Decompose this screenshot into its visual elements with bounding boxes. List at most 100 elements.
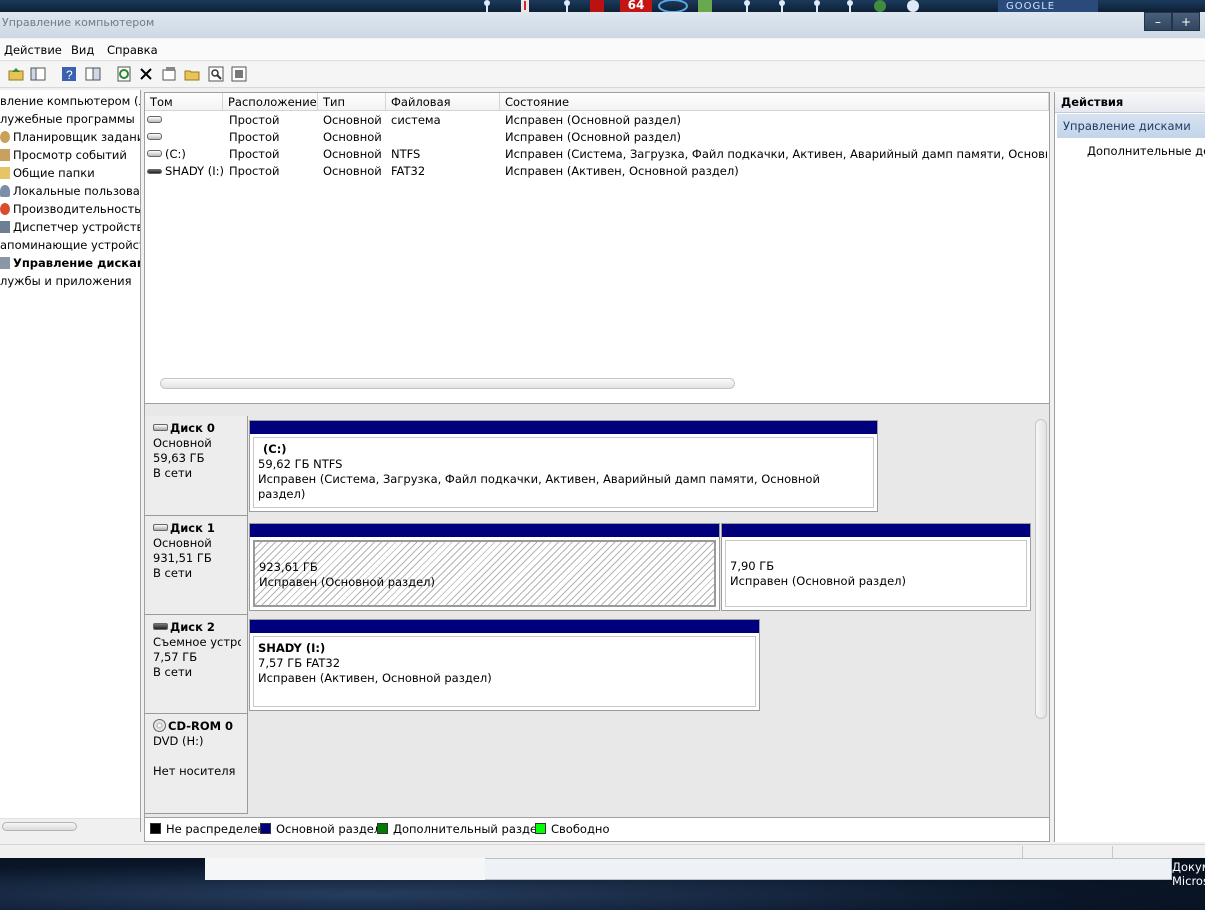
help-icon[interactable]: ?: [61, 66, 77, 82]
menu-action[interactable]: Действие: [4, 43, 62, 57]
partition-disk1-secondary[interactable]: 7,90 ГБ Исправен (Основной раздел): [721, 523, 1031, 611]
xbox-icon[interactable]: [873, 0, 887, 12]
disk-label: Диск 1 Основной 931,51 ГБ В сети: [145, 516, 248, 615]
nav-services[interactable]: лужбы и приложения: [0, 273, 132, 290]
settings-icon[interactable]: [231, 66, 247, 82]
nav-event-viewer[interactable]: Просмотр событий: [0, 147, 127, 164]
refresh-icon[interactable]: [116, 66, 132, 82]
column-header-filesystem[interactable]: Файловая система: [386, 93, 500, 127]
legend-label: Не распределен: [166, 822, 265, 836]
pin-icon[interactable]: [810, 0, 824, 12]
nav-shared-folders[interactable]: Общие папки: [0, 165, 95, 182]
nav-system-tools[interactable]: лужебные программы: [0, 111, 135, 128]
google-toolbar[interactable]: GOOGLE: [998, 0, 1098, 12]
nav-task-scheduler[interactable]: Планировщик заданий: [0, 129, 141, 146]
pin-icon[interactable]: [843, 0, 857, 12]
partition-type-bar: [250, 524, 719, 537]
more-actions-link[interactable]: Дополнительные дей: [1087, 144, 1205, 158]
disk-name: CD-ROM 0: [168, 719, 234, 733]
menu-bar: Действие Вид Справка: [0, 39, 1205, 61]
nav-scroll-thumb[interactable]: [2, 822, 77, 831]
intel-icon[interactable]: [658, 0, 688, 12]
folder-up-icon[interactable]: [8, 66, 24, 82]
disk-label: Диск 2 Съемное устро 7,57 ГБ В сети: [145, 615, 248, 714]
volume-type: Основной: [323, 147, 382, 161]
minimize-button[interactable]: –: [1144, 12, 1172, 31]
volume-list: Том Расположение Тип Файловая система Со…: [144, 92, 1050, 405]
nav-disk-management[interactable]: Управление дисками: [0, 255, 140, 272]
partition-size: 59,62 ГБ NTFS: [258, 457, 343, 471]
disk-kind: Основной: [153, 436, 212, 450]
thermometer-icon[interactable]: [518, 0, 532, 12]
partition-size: 923,61 ГБ: [259, 560, 318, 574]
disk-kind: DVD (H:): [153, 734, 204, 748]
column-header-layout[interactable]: Расположение: [223, 93, 318, 111]
gpu-icon[interactable]: [698, 0, 712, 12]
volume-name: (C:): [165, 147, 186, 161]
volume-layout: Простой: [229, 164, 280, 178]
desktop-background: Докум Micros: [0, 858, 1205, 910]
find-icon[interactable]: [208, 66, 224, 82]
menu-help[interactable]: Справка: [107, 43, 158, 57]
partition-type-bar: [250, 620, 759, 633]
disk-row[interactable]: Диск 0 Основной 59,63 ГБ В сети (C:) 59,…: [145, 416, 1033, 516]
nav-storage-label: апоминающие устройства: [0, 238, 140, 252]
actions-group-disk-management[interactable]: Управление дисками: [1057, 114, 1205, 138]
pin-icon[interactable]: [560, 0, 574, 12]
nav-storage[interactable]: апоминающие устройства: [0, 237, 140, 254]
legend-label: Свободно: [551, 822, 610, 836]
legend-swatch-unallocated: [150, 823, 161, 834]
desktop-document-label[interactable]: Докум Micros: [1172, 860, 1205, 888]
disk-name: Диск 2: [170, 620, 215, 634]
volume-type: Основной: [323, 164, 382, 178]
nav-services-label: лужбы и приложения: [0, 274, 132, 288]
nav-device-manager[interactable]: Диспетчер устройств: [0, 219, 140, 236]
column-header-status[interactable]: Состояние: [500, 93, 1049, 111]
disk-name: Диск 0: [170, 421, 215, 435]
pin-icon[interactable]: [480, 0, 494, 12]
nav-horizontal-scrollbar[interactable]: [0, 818, 140, 832]
removable-disk-icon: [147, 169, 162, 174]
disk-icon: [147, 150, 162, 157]
nav-local-users[interactable]: Локальные пользовате: [0, 183, 140, 200]
disk-row[interactable]: Диск 1 Основной 931,51 ГБ В сети 923,61 …: [145, 516, 1033, 615]
disk-row[interactable]: CD-ROM 0 DVD (H:) Нет носителя: [145, 714, 1033, 814]
menu-view[interactable]: Вид: [71, 43, 94, 57]
nav-performance-label: Производительность: [13, 202, 141, 216]
console-tree-icon[interactable]: [30, 66, 46, 82]
volume-list-horizontal-scrollbar[interactable]: [160, 378, 735, 389]
partition-title: SHADY (I:): [258, 641, 326, 655]
removable-disk-icon: [153, 623, 168, 630]
settings-tray-icon[interactable]: [906, 0, 920, 12]
nav-task-scheduler-label: Планировщик заданий: [13, 130, 141, 144]
actions-title: Действия: [1055, 92, 1205, 113]
nav-computer-management-label: вление компьютером (ло: [0, 94, 141, 108]
disk-kind: Основной: [153, 536, 212, 550]
legend-swatch-extended: [377, 823, 388, 834]
open-icon[interactable]: [184, 66, 200, 82]
delete-icon[interactable]: [138, 66, 154, 82]
partition-shady[interactable]: SHADY (I:) 7,57 ГБ FAT32 Исправен (Актив…: [249, 619, 760, 711]
disk-icon: [153, 424, 168, 431]
pin-icon[interactable]: [740, 0, 754, 12]
pin-icon[interactable]: [775, 0, 789, 12]
nav-performance[interactable]: Производительность: [0, 201, 141, 218]
event-viewer-icon: [0, 149, 10, 161]
legend-item: Основной раздел: [260, 818, 381, 840]
cpu-temp-badge[interactable]: 64: [620, 0, 652, 12]
maximize-button[interactable]: +: [1172, 12, 1200, 31]
properties-sheet-icon[interactable]: [161, 66, 177, 82]
disk-state: В сети: [153, 466, 193, 480]
status-divider: [1112, 846, 1113, 858]
partition-c[interactable]: (C:) 59,62 ГБ NTFS Исправен (Система, За…: [249, 420, 878, 512]
disk-row[interactable]: Диск 2 Съемное устро 7,57 ГБ В сети SHAD…: [145, 615, 1033, 714]
volume-fs: FAT32: [391, 164, 426, 178]
properties-icon[interactable]: [85, 66, 101, 82]
column-header-volume[interactable]: Том: [145, 93, 223, 111]
record-icon[interactable]: [590, 0, 604, 12]
nav-computer-management[interactable]: вление компьютером (ло: [0, 93, 141, 110]
partition-disk1-primary[interactable]: 923,61 ГБ Исправен (Основной раздел): [249, 523, 720, 611]
status-divider: [1022, 846, 1023, 858]
disk-view-vertical-scrollbar[interactable]: [1035, 419, 1047, 719]
column-header-type[interactable]: Тип: [318, 93, 386, 111]
